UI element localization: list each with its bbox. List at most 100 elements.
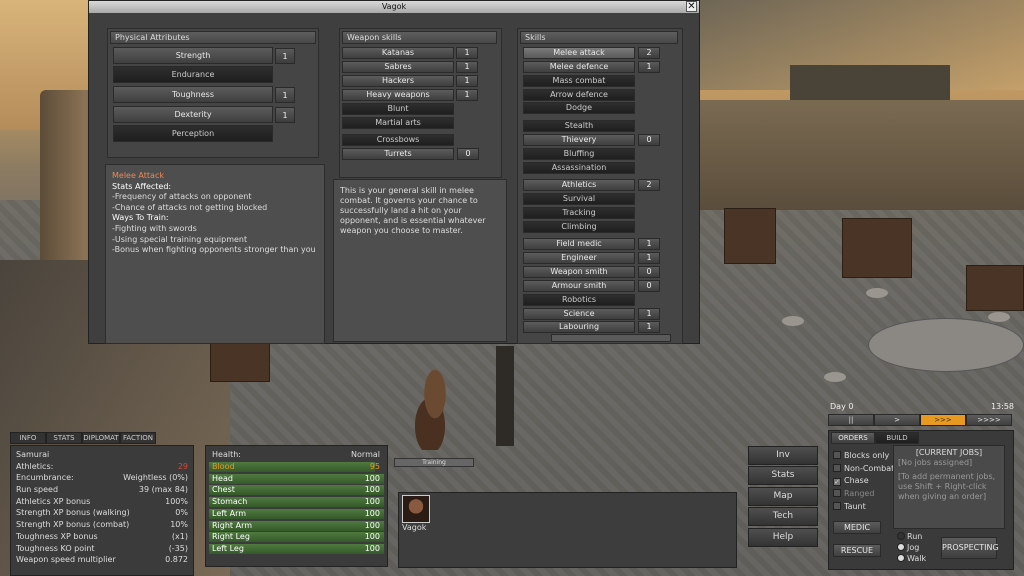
- inventory-button[interactable]: Inv: [748, 446, 818, 465]
- skill-engineer-button[interactable]: Engineer: [523, 252, 635, 264]
- skill-science-button[interactable]: Science: [523, 308, 635, 320]
- bed-crate[interactable]: [842, 218, 912, 278]
- skill-assassination-button[interactable]: Assassination: [523, 162, 635, 174]
- health-bar: [209, 473, 384, 484]
- blocks-only-checkbox[interactable]: Blocks only: [833, 451, 889, 460]
- skill-thievery-button[interactable]: Thievery: [523, 134, 635, 146]
- skill-dodge-button[interactable]: Dodge: [523, 102, 635, 114]
- attribute-dexterity-button[interactable]: Dexterity: [113, 106, 273, 123]
- attribute-perception-button[interactable]: Perception: [113, 125, 273, 142]
- stat-value: 29: [177, 461, 188, 471]
- health-part-value: 95: [369, 461, 380, 471]
- info-train-line: -Fighting with swords: [112, 223, 197, 233]
- stat-row: Toughness KO point (-35): [16, 543, 188, 555]
- storage-crate[interactable]: [210, 342, 270, 382]
- weapon-skill-turrets-button[interactable]: Turrets: [342, 148, 454, 160]
- health-part-value: 100: [364, 473, 380, 483]
- non-combat-checkbox[interactable]: Non-Combat: [833, 464, 894, 473]
- tab-orders[interactable]: ORDERS: [831, 432, 875, 444]
- prospecting-button[interactable]: PROSPECTING: [941, 537, 999, 559]
- skill-bluffing-button[interactable]: Bluffing: [523, 148, 635, 160]
- day-label: Day 0: [830, 402, 854, 411]
- pause-button[interactable]: ||: [828, 414, 874, 426]
- bed-crate[interactable]: [724, 208, 776, 264]
- skill-labouring-button[interactable]: Labouring: [523, 321, 635, 333]
- character-portrait[interactable]: [402, 495, 430, 523]
- weapon-skill-blunt-button[interactable]: Blunt: [342, 103, 454, 115]
- portrait-name: Vagok: [402, 523, 427, 532]
- weapon-skill-heavy-weapons-button[interactable]: Heavy weapons: [342, 89, 454, 101]
- skill-melee-defence-button[interactable]: Melee defence: [523, 61, 635, 73]
- attributes-title: Physical Attributes: [110, 31, 316, 44]
- tab-stats[interactable]: STATS: [46, 432, 82, 444]
- map-button[interactable]: Map: [748, 487, 818, 506]
- jog-radio[interactable]: Jog: [897, 543, 919, 552]
- stat-row: Toughness XP bonus (x1): [16, 531, 188, 543]
- bed-crate[interactable]: [966, 265, 1024, 311]
- walk-radio[interactable]: Walk: [897, 554, 926, 563]
- skill-climbing-button[interactable]: Climbing: [523, 221, 635, 233]
- speed-1-button[interactable]: >: [874, 414, 920, 426]
- stats-button[interactable]: Stats: [748, 466, 818, 485]
- skill-stealth-button[interactable]: Stealth: [523, 120, 635, 132]
- tab-diplomat[interactable]: DIPLOMAT: [82, 432, 120, 444]
- tab-faction[interactable]: FACTION: [120, 432, 156, 444]
- skill-mass-combat-button[interactable]: Mass combat: [523, 75, 635, 87]
- close-icon[interactable]: ✕: [686, 1, 697, 12]
- attribute-strength-button[interactable]: Strength: [113, 47, 273, 64]
- run-radio[interactable]: Run: [897, 532, 922, 541]
- health-bar: [209, 485, 384, 496]
- health-part-label: Left Arm: [212, 508, 247, 518]
- weapon-skill-martial-arts-button[interactable]: Martial arts: [342, 117, 454, 129]
- checkbox-label: Chase: [844, 476, 869, 485]
- weapon-skill-hackers-button[interactable]: Hackers: [342, 75, 454, 87]
- help-button[interactable]: Help: [748, 528, 818, 547]
- squad-portraits: Vagok: [398, 492, 737, 568]
- health-part-label: Right Leg: [212, 532, 250, 542]
- weapon-skill-katanas-button[interactable]: Katanas: [342, 47, 454, 59]
- stat-value: 100%: [165, 496, 188, 506]
- skill-weapon-smith-button[interactable]: Weapon smith: [523, 266, 635, 278]
- weapon-skill-sabres-button[interactable]: Sabres: [342, 61, 454, 73]
- health-part-label: Blood: [212, 461, 235, 471]
- stat-value: (x1): [171, 531, 188, 541]
- rescue-button[interactable]: RESCUE: [833, 544, 881, 557]
- skill-athletics-button[interactable]: Athletics: [523, 179, 635, 191]
- tab-info[interactable]: INFO: [10, 432, 46, 444]
- tab-build[interactable]: BUILD: [875, 432, 919, 444]
- stat-label: Athletics XP bonus: [16, 496, 91, 506]
- skills-scrollbar[interactable]: [551, 334, 671, 342]
- time-panel: Day 0 13:58 || > >>> >>>>: [828, 402, 1014, 430]
- medic-button[interactable]: MEDIC: [833, 521, 881, 534]
- skill-tracking-button[interactable]: Tracking: [523, 207, 635, 219]
- window-titlebar[interactable]: Vagok ✕: [89, 1, 699, 13]
- attribute-toughness-button[interactable]: Toughness: [113, 86, 273, 103]
- skill-value: 1: [638, 308, 660, 320]
- attribute-endurance-button[interactable]: Endurance: [113, 66, 273, 83]
- skill-value: 1: [638, 238, 660, 250]
- skill-robotics-button[interactable]: Robotics: [523, 294, 635, 306]
- skill-value: 0: [638, 280, 660, 292]
- weapon-skill-value: 0: [457, 148, 479, 160]
- skill-arrow-defence-button[interactable]: Arrow defence: [523, 89, 635, 101]
- player-character[interactable]: [410, 370, 460, 450]
- skill-armour-smith-button[interactable]: Armour smith: [523, 280, 635, 292]
- skill-melee-attack-button[interactable]: Melee attack: [523, 47, 635, 59]
- round-table[interactable]: [868, 318, 1024, 372]
- tech-button[interactable]: Tech: [748, 507, 818, 526]
- weapon-skills-title: Weapon skills: [342, 31, 497, 44]
- health-row-right-leg: Right Leg 100: [209, 531, 384, 543]
- weapon-skill-value: 1: [456, 47, 478, 59]
- speed-3-button[interactable]: >>>>: [966, 414, 1012, 426]
- skill-description-box: This is your general skill in melee comb…: [333, 179, 507, 342]
- training-dummy[interactable]: [496, 346, 514, 446]
- ranged-checkbox[interactable]: Ranged: [833, 489, 874, 498]
- stat-value: 0%: [175, 508, 188, 518]
- skill-survival-button[interactable]: Survival: [523, 193, 635, 205]
- weapon-skill-crossbows-button[interactable]: Crossbows: [342, 134, 454, 146]
- skill-value: 2: [638, 179, 660, 191]
- skill-field-medic-button[interactable]: Field medic: [523, 238, 635, 250]
- speed-2-button[interactable]: >>>: [920, 414, 966, 426]
- chase-checkbox[interactable]: ✓ Chase: [833, 476, 869, 486]
- taunt-checkbox[interactable]: Taunt: [833, 502, 866, 511]
